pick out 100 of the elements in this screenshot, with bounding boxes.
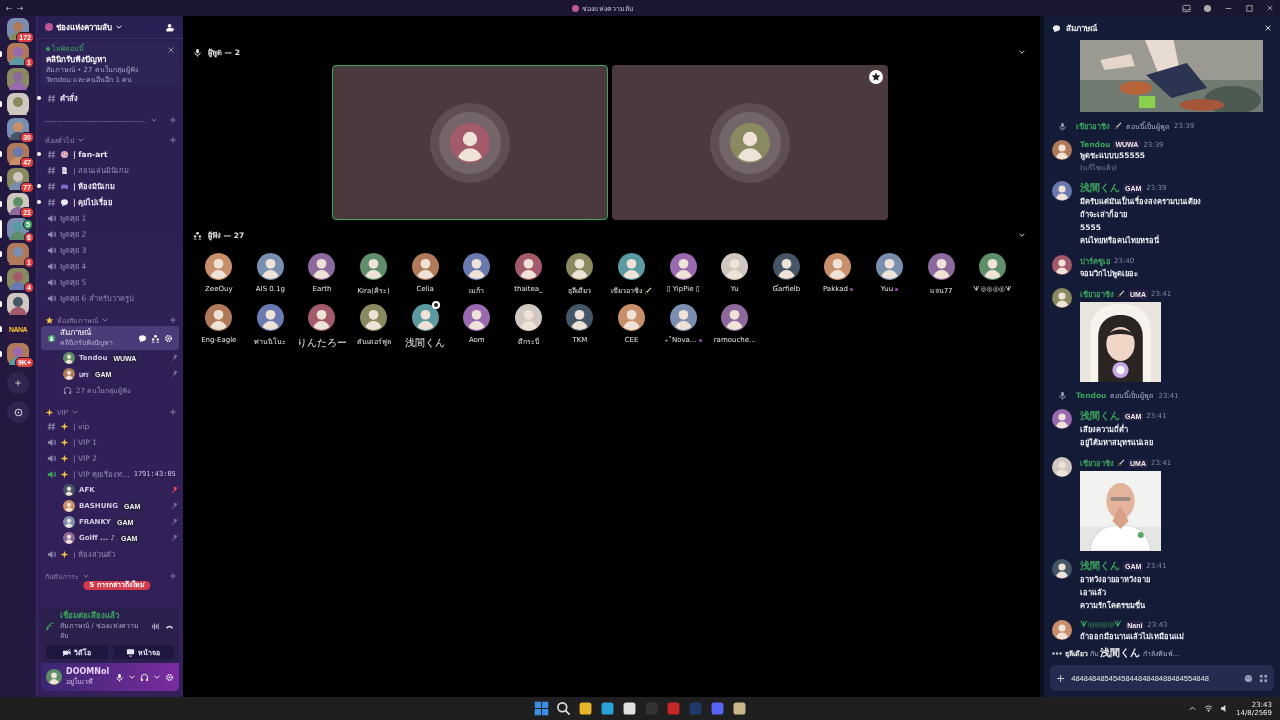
avatar <box>721 253 749 280</box>
add-server-button[interactable] <box>7 372 29 394</box>
server-icon[interactable] <box>0 218 29 240</box>
avatar <box>1052 457 1072 477</box>
server-icon[interactable] <box>0 293 29 315</box>
avatar <box>1052 255 1072 275</box>
avatar <box>669 304 697 331</box>
discover-button[interactable] <box>7 401 29 423</box>
avatar <box>308 304 336 331</box>
server-icon <box>45 23 53 31</box>
document-icon <box>60 165 69 175</box>
server-icon[interactable] <box>0 243 29 265</box>
avatar <box>360 253 388 280</box>
server-icon[interactable] <box>0 143 29 165</box>
app-icon[interactable] <box>731 700 748 717</box>
hash-icon <box>47 421 56 431</box>
speaker-tile[interactable] <box>611 65 888 220</box>
camera-off-icon <box>62 647 72 657</box>
avatar <box>566 253 594 280</box>
people-icon <box>151 333 160 343</box>
server-icon[interactable] <box>0 168 29 190</box>
server-name[interactable]: ช่องแห่งความลับ <box>56 20 112 34</box>
plus-icon <box>169 408 177 416</box>
stage-icon <box>47 333 56 343</box>
microphone-icon <box>193 47 202 57</box>
author-name[interactable]: 浅間くん <box>1080 181 1120 195</box>
avatar <box>514 304 542 331</box>
microphone-icon <box>1057 121 1067 131</box>
avatar <box>772 253 800 280</box>
avatar <box>463 304 491 331</box>
avatar <box>449 122 490 163</box>
avatar <box>1052 559 1072 579</box>
waveform-icon <box>151 621 160 631</box>
hash-icon <box>47 93 56 103</box>
avatar <box>63 500 75 512</box>
hash-icon <box>47 149 56 159</box>
back-button[interactable]: ← <box>6 3 13 13</box>
speech-bubble-icon <box>1052 23 1061 33</box>
avatar <box>729 122 770 163</box>
event-title: คลินิกรับฟังปัญหา <box>46 54 106 65</box>
plus-icon <box>169 316 177 324</box>
apps-icon <box>1259 673 1268 683</box>
headphones-icon <box>63 385 72 395</box>
avatar <box>1052 409 1072 429</box>
chevron-up-icon <box>1188 704 1198 713</box>
plus-icon <box>14 379 22 387</box>
settings-icon <box>164 333 173 343</box>
avatar <box>1052 620 1072 640</box>
signal-icon <box>46 621 55 631</box>
start-icon[interactable] <box>533 700 550 717</box>
listener-name[interactable]: 浅間くん <box>405 336 446 350</box>
headphones-icon <box>140 672 149 682</box>
chevron-icon <box>82 572 90 580</box>
avatar <box>411 253 439 280</box>
microphone-icon <box>115 672 124 682</box>
plus-icon <box>169 136 177 144</box>
chevron-icon <box>101 316 109 324</box>
store-icon[interactable] <box>621 700 638 717</box>
chevron-icon <box>1018 48 1026 56</box>
attach-button[interactable]: + <box>1056 671 1066 685</box>
people-icon <box>193 230 202 240</box>
listener-name[interactable]: りんたろー <box>297 336 347 350</box>
forward-button[interactable]: → <box>16 3 24 13</box>
avatar <box>463 253 491 280</box>
live-dot <box>46 47 50 51</box>
avatar <box>1052 181 1072 201</box>
avatar <box>63 532 75 544</box>
browser-icon[interactable] <box>599 700 616 717</box>
avatar <box>514 253 542 280</box>
avatar <box>1052 288 1072 308</box>
star-icon <box>45 315 54 325</box>
folder-icon[interactable] <box>577 700 594 717</box>
avatar <box>721 304 749 331</box>
avatar <box>618 253 646 280</box>
chat-app-icon[interactable] <box>709 700 726 717</box>
avatar <box>205 304 233 331</box>
inbox-icon <box>1182 3 1191 13</box>
avatar <box>256 304 284 331</box>
chevron-icon <box>115 23 123 31</box>
server-icon[interactable] <box>0 93 29 115</box>
microphone-icon <box>1057 391 1067 400</box>
author-name[interactable]: 浅間くん <box>1080 409 1120 423</box>
speaker-tile[interactable] <box>331 65 608 220</box>
server-icon[interactable] <box>0 43 29 65</box>
chevron-icon <box>149 116 158 124</box>
author-name[interactable]: 浅間くん <box>1080 559 1120 573</box>
avatar <box>876 253 903 280</box>
close-icon <box>1264 24 1272 32</box>
avatar <box>205 253 233 280</box>
server-icon[interactable] <box>0 193 29 215</box>
close-icon <box>167 46 175 54</box>
server-icon[interactable] <box>0 268 29 290</box>
voice-status: เชื่อมต่อเสียงแล้ว <box>60 611 120 621</box>
avatar <box>618 304 646 331</box>
settings-icon <box>165 672 174 682</box>
avatar <box>63 368 75 380</box>
avatar <box>411 304 439 331</box>
avatar <box>46 669 62 685</box>
search-icon[interactable] <box>555 700 572 717</box>
sparkle-icon <box>60 549 69 559</box>
